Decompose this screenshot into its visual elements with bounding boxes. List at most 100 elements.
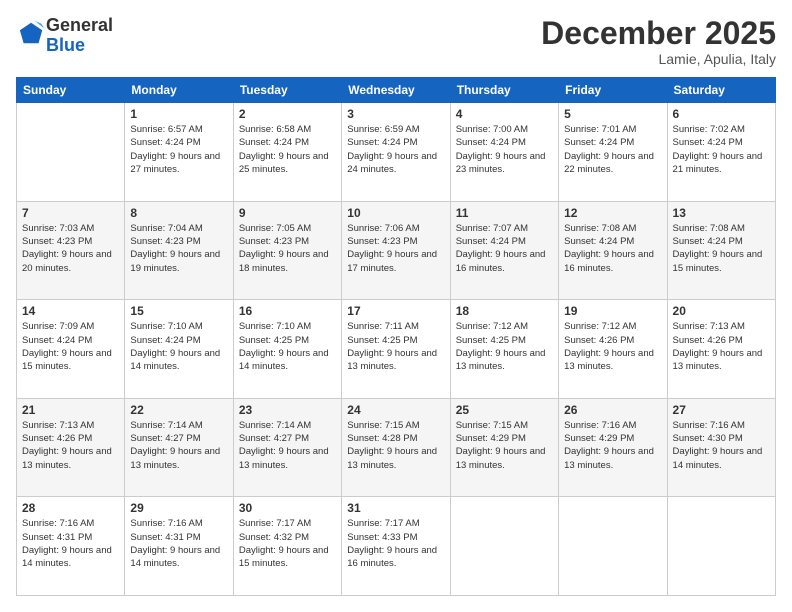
- col-wednesday: Wednesday: [342, 78, 450, 103]
- sunset-text: Sunset: 4:24 PM: [456, 137, 526, 148]
- day-number: 30: [239, 501, 336, 515]
- day-info: Sunrise: 7:17 AM Sunset: 4:33 PM Dayligh…: [347, 517, 444, 570]
- day-number: 19: [564, 304, 661, 318]
- sunrise-text: Sunrise: 7:16 AM: [673, 420, 745, 431]
- day-number: 1: [130, 107, 227, 121]
- logo: General Blue: [16, 16, 113, 56]
- day-info: Sunrise: 7:15 AM Sunset: 4:28 PM Dayligh…: [347, 419, 444, 472]
- day-info: Sunrise: 7:14 AM Sunset: 4:27 PM Dayligh…: [130, 419, 227, 472]
- table-row: 29 Sunrise: 7:16 AM Sunset: 4:31 PM Dayl…: [125, 497, 233, 596]
- sunset-text: Sunset: 4:27 PM: [239, 433, 309, 444]
- day-info: Sunrise: 7:02 AM Sunset: 4:24 PM Dayligh…: [673, 123, 770, 176]
- daylight-text: Daylight: 9 hours and 14 minutes.: [130, 545, 220, 569]
- table-row: 10 Sunrise: 7:06 AM Sunset: 4:23 PM Dayl…: [342, 201, 450, 300]
- daylight-text: Daylight: 9 hours and 17 minutes.: [347, 249, 437, 273]
- sunrise-text: Sunrise: 6:57 AM: [130, 124, 202, 135]
- calendar-week-row: 28 Sunrise: 7:16 AM Sunset: 4:31 PM Dayl…: [17, 497, 776, 596]
- sunset-text: Sunset: 4:31 PM: [22, 532, 92, 543]
- table-row: 11 Sunrise: 7:07 AM Sunset: 4:24 PM Dayl…: [450, 201, 558, 300]
- sunrise-text: Sunrise: 6:58 AM: [239, 124, 311, 135]
- sunset-text: Sunset: 4:24 PM: [673, 137, 743, 148]
- table-row: 15 Sunrise: 7:10 AM Sunset: 4:24 PM Dayl…: [125, 300, 233, 399]
- table-row: 30 Sunrise: 7:17 AM Sunset: 4:32 PM Dayl…: [233, 497, 341, 596]
- table-row: 22 Sunrise: 7:14 AM Sunset: 4:27 PM Dayl…: [125, 398, 233, 497]
- day-number: 28: [22, 501, 119, 515]
- daylight-text: Daylight: 9 hours and 22 minutes.: [564, 151, 654, 175]
- sunrise-text: Sunrise: 7:13 AM: [673, 321, 745, 332]
- day-info: Sunrise: 7:08 AM Sunset: 4:24 PM Dayligh…: [673, 222, 770, 275]
- day-number: 15: [130, 304, 227, 318]
- table-row: 12 Sunrise: 7:08 AM Sunset: 4:24 PM Dayl…: [559, 201, 667, 300]
- day-number: 13: [673, 206, 770, 220]
- sunset-text: Sunset: 4:26 PM: [22, 433, 92, 444]
- sunrise-text: Sunrise: 7:01 AM: [564, 124, 636, 135]
- table-row: 18 Sunrise: 7:12 AM Sunset: 4:25 PM Dayl…: [450, 300, 558, 399]
- daylight-text: Daylight: 9 hours and 20 minutes.: [22, 249, 112, 273]
- sunrise-text: Sunrise: 7:16 AM: [130, 518, 202, 529]
- day-number: 6: [673, 107, 770, 121]
- day-info: Sunrise: 7:15 AM Sunset: 4:29 PM Dayligh…: [456, 419, 553, 472]
- table-row: 27 Sunrise: 7:16 AM Sunset: 4:30 PM Dayl…: [667, 398, 775, 497]
- sunset-text: Sunset: 4:23 PM: [347, 236, 417, 247]
- sunset-text: Sunset: 4:24 PM: [239, 137, 309, 148]
- daylight-text: Daylight: 9 hours and 13 minutes.: [673, 348, 763, 372]
- day-number: 27: [673, 403, 770, 417]
- day-info: Sunrise: 7:08 AM Sunset: 4:24 PM Dayligh…: [564, 222, 661, 275]
- logo-icon: [18, 19, 46, 47]
- daylight-text: Daylight: 9 hours and 15 minutes.: [673, 249, 763, 273]
- daylight-text: Daylight: 9 hours and 25 minutes.: [239, 151, 329, 175]
- daylight-text: Daylight: 9 hours and 14 minutes.: [22, 545, 112, 569]
- daylight-text: Daylight: 9 hours and 16 minutes.: [347, 545, 437, 569]
- day-info: Sunrise: 6:59 AM Sunset: 4:24 PM Dayligh…: [347, 123, 444, 176]
- sunrise-text: Sunrise: 7:08 AM: [673, 223, 745, 234]
- table-row: 6 Sunrise: 7:02 AM Sunset: 4:24 PM Dayli…: [667, 103, 775, 202]
- sunset-text: Sunset: 4:33 PM: [347, 532, 417, 543]
- sunset-text: Sunset: 4:27 PM: [130, 433, 200, 444]
- sunset-text: Sunset: 4:24 PM: [130, 137, 200, 148]
- day-info: Sunrise: 7:14 AM Sunset: 4:27 PM Dayligh…: [239, 419, 336, 472]
- table-row: 2 Sunrise: 6:58 AM Sunset: 4:24 PM Dayli…: [233, 103, 341, 202]
- day-number: 14: [22, 304, 119, 318]
- table-row: 7 Sunrise: 7:03 AM Sunset: 4:23 PM Dayli…: [17, 201, 125, 300]
- sunset-text: Sunset: 4:24 PM: [564, 137, 634, 148]
- table-row: 8 Sunrise: 7:04 AM Sunset: 4:23 PM Dayli…: [125, 201, 233, 300]
- sunrise-text: Sunrise: 7:16 AM: [564, 420, 636, 431]
- logo-blue-text: Blue: [46, 35, 85, 55]
- logo-general-text: General: [46, 15, 113, 35]
- day-info: Sunrise: 7:12 AM Sunset: 4:26 PM Dayligh…: [564, 320, 661, 373]
- day-number: 7: [22, 206, 119, 220]
- table-row: 28 Sunrise: 7:16 AM Sunset: 4:31 PM Dayl…: [17, 497, 125, 596]
- daylight-text: Daylight: 9 hours and 14 minutes.: [673, 446, 763, 470]
- daylight-text: Daylight: 9 hours and 24 minutes.: [347, 151, 437, 175]
- daylight-text: Daylight: 9 hours and 13 minutes.: [22, 446, 112, 470]
- daylight-text: Daylight: 9 hours and 13 minutes.: [456, 446, 546, 470]
- sunset-text: Sunset: 4:25 PM: [456, 335, 526, 346]
- header: General Blue December 2025 Lamie, Apulia…: [16, 16, 776, 67]
- day-number: 3: [347, 107, 444, 121]
- table-row: 9 Sunrise: 7:05 AM Sunset: 4:23 PM Dayli…: [233, 201, 341, 300]
- sunrise-text: Sunrise: 7:09 AM: [22, 321, 94, 332]
- sunrise-text: Sunrise: 7:05 AM: [239, 223, 311, 234]
- day-number: 29: [130, 501, 227, 515]
- daylight-text: Daylight: 9 hours and 18 minutes.: [239, 249, 329, 273]
- sunrise-text: Sunrise: 7:14 AM: [239, 420, 311, 431]
- sunset-text: Sunset: 4:25 PM: [239, 335, 309, 346]
- calendar-header-row: Sunday Monday Tuesday Wednesday Thursday…: [17, 78, 776, 103]
- day-number: 2: [239, 107, 336, 121]
- table-row: [17, 103, 125, 202]
- sunrise-text: Sunrise: 7:11 AM: [347, 321, 419, 332]
- day-number: 16: [239, 304, 336, 318]
- sunrise-text: Sunrise: 7:14 AM: [130, 420, 202, 431]
- col-saturday: Saturday: [667, 78, 775, 103]
- daylight-text: Daylight: 9 hours and 14 minutes.: [239, 348, 329, 372]
- table-row: 14 Sunrise: 7:09 AM Sunset: 4:24 PM Dayl…: [17, 300, 125, 399]
- daylight-text: Daylight: 9 hours and 13 minutes.: [564, 348, 654, 372]
- table-row: 31 Sunrise: 7:17 AM Sunset: 4:33 PM Dayl…: [342, 497, 450, 596]
- sunrise-text: Sunrise: 7:10 AM: [130, 321, 202, 332]
- sunrise-text: Sunrise: 7:06 AM: [347, 223, 419, 234]
- sunset-text: Sunset: 4:26 PM: [564, 335, 634, 346]
- sunrise-text: Sunrise: 7:02 AM: [673, 124, 745, 135]
- day-info: Sunrise: 7:10 AM Sunset: 4:25 PM Dayligh…: [239, 320, 336, 373]
- page: General Blue December 2025 Lamie, Apulia…: [0, 0, 792, 612]
- calendar-table: Sunday Monday Tuesday Wednesday Thursday…: [16, 77, 776, 596]
